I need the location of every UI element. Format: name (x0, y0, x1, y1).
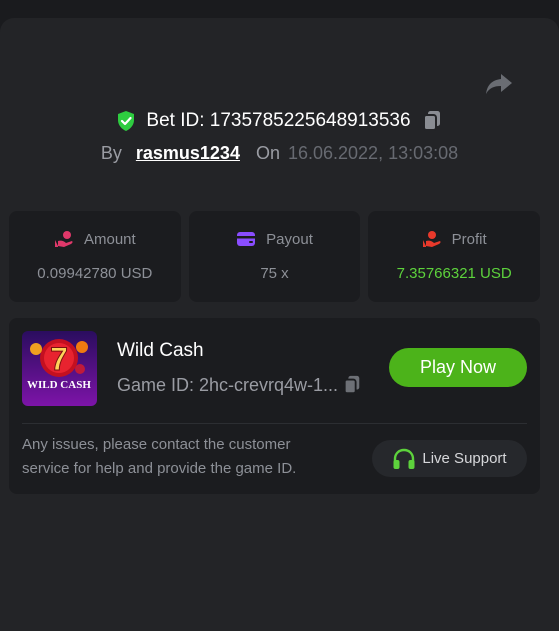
game-name: Wild Cash (117, 340, 204, 361)
bet-meta-row: By rasmus1234 On 16.06.2022, 13:03:08 (0, 140, 559, 166)
headset-icon (393, 448, 415, 469)
amount-label: Amount (83, 230, 136, 248)
divider (22, 423, 527, 424)
wallet-icon (237, 232, 256, 246)
profit-stat-card: Profit 7.35766321 USD (368, 211, 541, 302)
coin-hand-icon (54, 231, 73, 247)
share-icon[interactable] (485, 72, 513, 96)
bet-id-text: Bet ID: 1735785225648913536 (146, 110, 411, 131)
copy-game-id-icon[interactable] (342, 374, 362, 396)
profit-label: Profit (451, 230, 487, 248)
on-label: On (255, 142, 280, 163)
payout-label: Payout (266, 230, 313, 248)
game-thumbnail[interactable]: 7 WILD CASH (22, 331, 97, 406)
game-card: 7 WILD CASH Wild Cash Game ID: 2hc-crevr… (9, 318, 540, 494)
username-link[interactable]: rasmus1234 (136, 143, 240, 164)
payout-stat-card: Payout 75 x (188, 211, 361, 302)
svg-text:7: 7 (50, 341, 68, 377)
payout-value: 75 x (260, 265, 289, 282)
by-label: By (100, 142, 122, 163)
live-support-label: Live Support (422, 450, 507, 467)
thumbnail-title: WILD CASH (27, 379, 91, 391)
shield-check-icon (116, 110, 136, 132)
play-now-button[interactable]: Play Now (389, 348, 527, 387)
profit-hand-icon (422, 231, 441, 247)
profit-value: 7.35766321 USD (396, 265, 512, 282)
bet-id-row: Bet ID: 1735785225648913536 (0, 108, 559, 134)
game-id-row: Game ID: 2hc-crevrq4w-1... (117, 374, 377, 396)
bet-datetime: 16.06.2022, 13:03:08 (287, 142, 459, 163)
bet-stats: Amount 0.09942780 USD Payout 75 x Profit… (9, 211, 541, 302)
live-support-button[interactable]: Live Support (372, 440, 527, 477)
amount-stat-card: Amount 0.09942780 USD (9, 211, 181, 302)
amount-value: 0.09942780 USD (37, 265, 153, 282)
support-notice: Any issues, please contact the customer … (22, 436, 297, 477)
copy-icon[interactable] (421, 109, 443, 133)
game-id-text: Game ID: 2hc-crevrq4w-1... (117, 374, 339, 395)
